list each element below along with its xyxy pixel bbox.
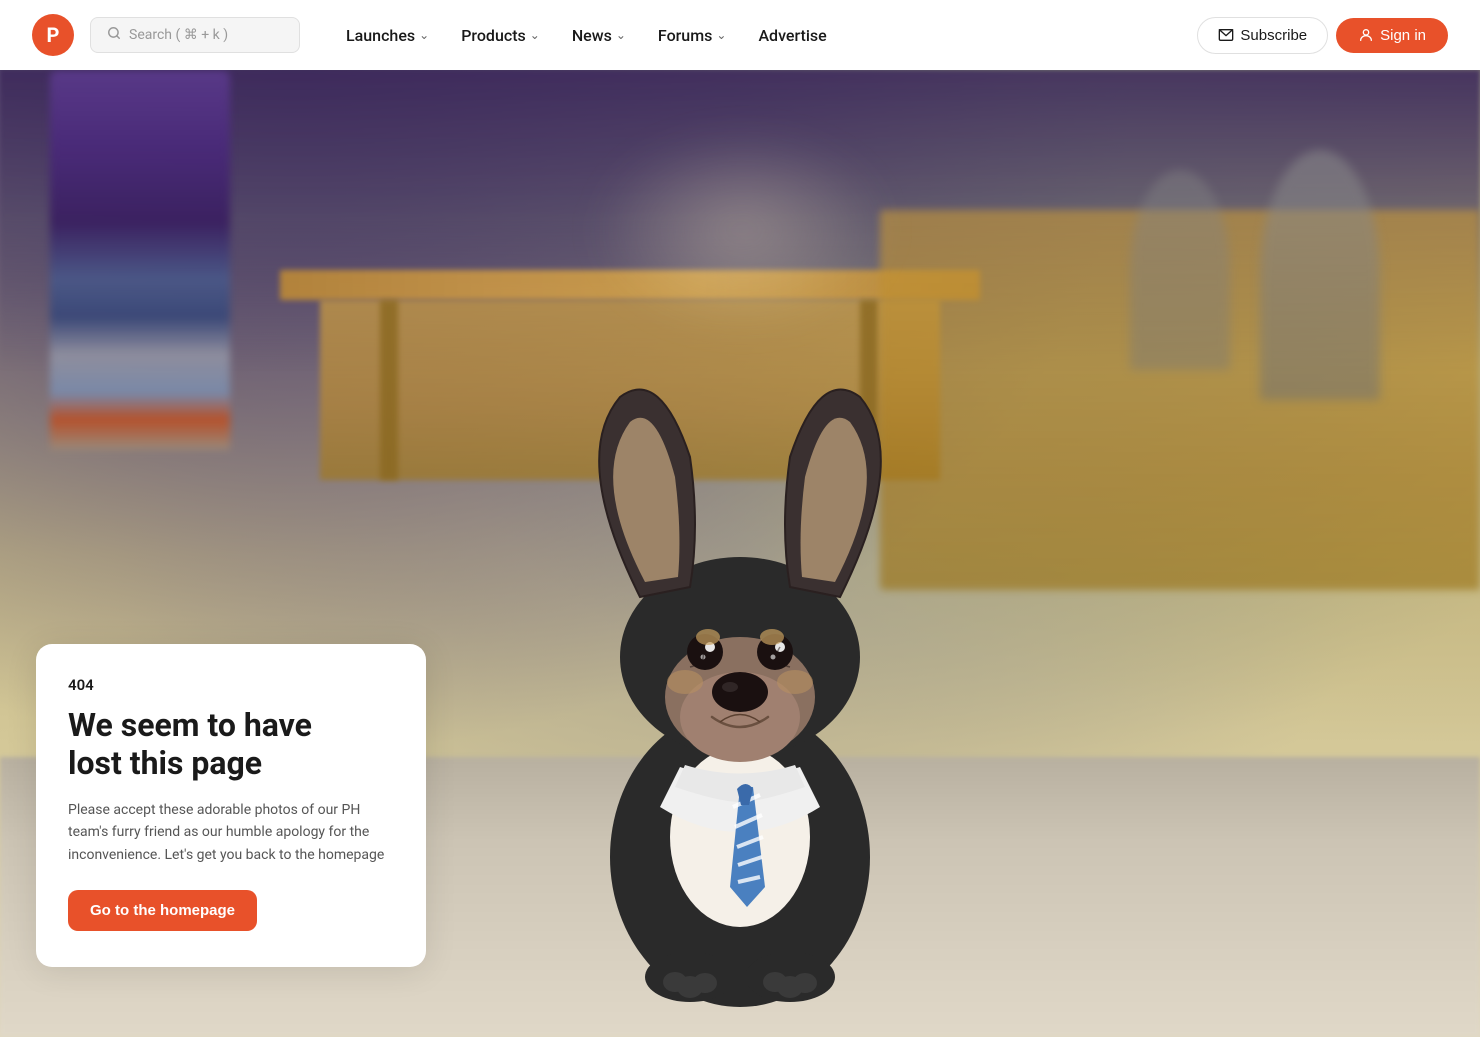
- search-placeholder-text: Search ( ⌘ + k ): [129, 27, 228, 43]
- search-icon: [107, 26, 121, 44]
- search-bar[interactable]: Search ( ⌘ + k ): [90, 17, 300, 53]
- dog-image: [490, 277, 990, 1037]
- logo-letter: P: [47, 23, 60, 47]
- nav-item-launches[interactable]: Launches ⌄: [332, 18, 443, 53]
- chevron-down-icon: ⌄: [716, 28, 726, 42]
- error-code: 404: [68, 676, 394, 694]
- navbar: P Search ( ⌘ + k ) Launches ⌄ Products ⌄…: [0, 0, 1480, 70]
- error-description: Please accept these adorable photos of o…: [68, 799, 394, 866]
- nav-item-forums[interactable]: Forums ⌄: [644, 18, 741, 53]
- nav-item-products[interactable]: Products ⌄: [447, 18, 554, 53]
- chevron-down-icon: ⌄: [419, 28, 429, 42]
- signin-button[interactable]: Sign in: [1336, 18, 1448, 53]
- user-icon: [1358, 27, 1374, 43]
- nav-item-news[interactable]: News ⌄: [558, 18, 640, 53]
- error-title: We seem to have lost this page: [68, 706, 394, 783]
- chevron-down-icon: ⌄: [616, 28, 626, 42]
- chevron-down-icon: ⌄: [530, 28, 540, 42]
- envelope-icon: [1218, 27, 1234, 43]
- nav-item-advertise[interactable]: Advertise: [744, 18, 840, 53]
- error-card: 404 We seem to have lost this page Pleas…: [36, 644, 426, 967]
- go-to-homepage-button[interactable]: Go to the homepage: [68, 890, 257, 931]
- logo[interactable]: P: [32, 14, 74, 56]
- subscribe-button[interactable]: Subscribe: [1197, 17, 1328, 54]
- nav-links: Launches ⌄ Products ⌄ News ⌄ Forums ⌄ Ad…: [332, 18, 841, 53]
